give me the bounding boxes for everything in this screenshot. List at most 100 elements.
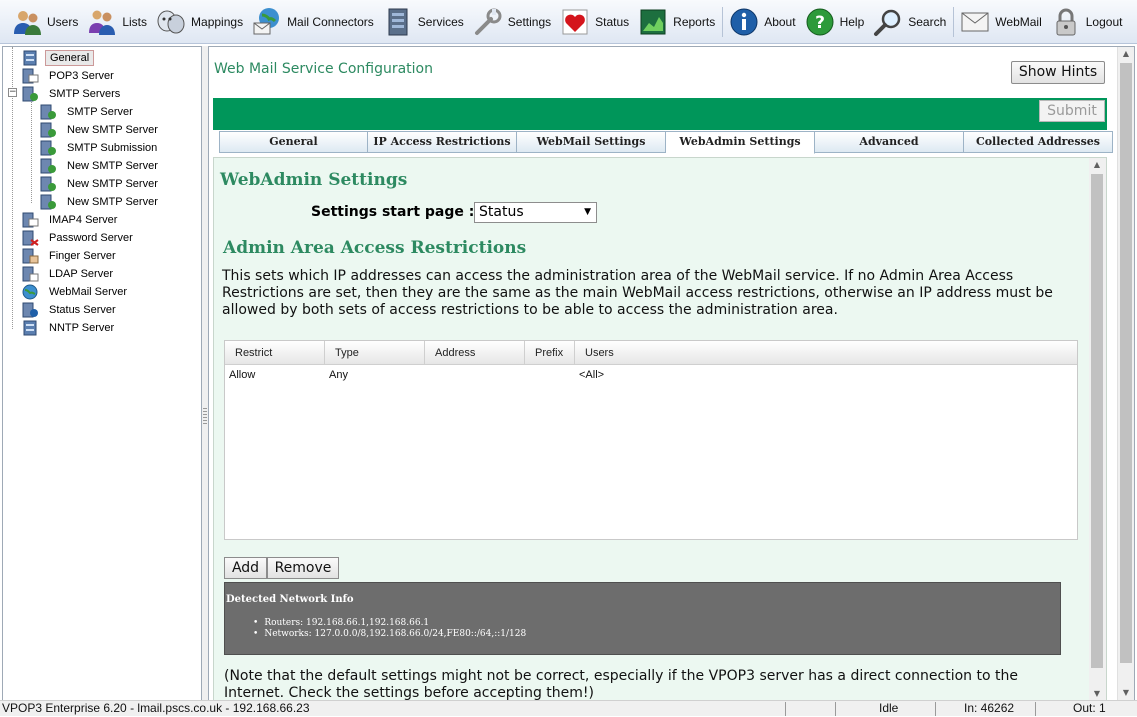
settings-tabs: General IP Access Restrictions WebMail S… [219, 131, 1113, 154]
tree-item-smtp-submission[interactable]: SMTP Submission [39, 139, 161, 157]
tree-item-label: New SMTP Server [67, 160, 158, 172]
status-in-count: In: 46262 [964, 701, 1015, 715]
grid-column-header[interactable]: Restrict [225, 341, 325, 365]
toolbar-services-button[interactable]: Services [379, 2, 469, 42]
scroll-up-icon[interactable]: ▲ [1118, 47, 1134, 61]
content-scrollbar[interactable]: ▲ ▼ [1089, 158, 1106, 700]
routers-line: Routers: 192.168.66.1,192.168.66.1 [253, 618, 526, 629]
tree-item-label: New SMTP Server [67, 178, 158, 190]
scroll-down-icon[interactable]: ▼ [1118, 686, 1134, 700]
grid-column-header[interactable]: Prefix [525, 341, 575, 365]
dropdown-arrow-icon: ▼ [584, 207, 591, 217]
toolbar-mail-connectors-label: Mail Connectors [287, 14, 374, 29]
remove-button[interactable]: Remove [267, 557, 339, 579]
server-group-icon [21, 86, 39, 102]
settings-start-page-select[interactable]: Status ▼ [474, 202, 597, 223]
tree-item-smtp-servers[interactable]: SMTP Servers [21, 85, 124, 103]
server-icon [39, 194, 57, 210]
toolbar-search-label: Search [908, 14, 947, 29]
webmail-icon [959, 6, 991, 38]
toolbar-mappings-button[interactable]: Mappings [152, 2, 248, 42]
tree-item-imap4-server[interactable]: IMAP4 Server [21, 211, 121, 229]
tree-item-new-smtp-server[interactable]: New SMTP Server [39, 175, 162, 193]
toolbar-users-button[interactable]: Users [8, 2, 83, 42]
page-title: Web Mail Service Configuration [214, 61, 433, 77]
splitter-grip[interactable] [203, 408, 207, 426]
table-row[interactable]: Allow Any <All> [225, 365, 1077, 385]
tab-collected-addresses[interactable]: Collected Addresses [964, 131, 1113, 153]
tree-item-label: General [45, 50, 95, 66]
toolbar-help-button[interactable]: ? Help [801, 2, 870, 42]
grid-column-header[interactable]: Users [575, 341, 1077, 365]
status-divider [1035, 702, 1036, 716]
logout-icon [1050, 6, 1082, 38]
toolbar-about-button[interactable]: About [725, 2, 800, 42]
status-divider [935, 702, 936, 716]
show-hints-button[interactable]: Show Hints [1011, 61, 1105, 84]
grid-column-header[interactable]: Type [325, 341, 425, 365]
tab-ip-access-restrictions[interactable]: IP Access Restrictions [368, 131, 517, 153]
server-icon [21, 320, 39, 336]
tree-item-webmail-server[interactable]: WebMail Server [21, 283, 131, 301]
toolbar-logout-button[interactable]: Logout [1047, 2, 1128, 42]
page-scrollbar[interactable]: ▲ ▼ [1117, 47, 1134, 700]
tree-item-label: IMAP4 Server [49, 214, 118, 226]
grid-cell: Allow [229, 369, 256, 381]
networks-line: Networks: 127.0.0.0/8,192.168.66.0/24,FE… [253, 629, 526, 640]
toolbar-about-label: About [764, 14, 796, 29]
main-toolbar: Users Lists Mappings Mail Connectors Ser… [0, 0, 1137, 44]
tree-item-password-server[interactable]: Password Server [21, 229, 137, 247]
tab-webadmin-settings[interactable]: WebAdmin Settings [666, 131, 815, 154]
add-button[interactable]: Add [224, 557, 267, 579]
globe-icon [21, 284, 39, 300]
server-icon [21, 212, 39, 228]
submit-button[interactable]: Submit [1039, 100, 1105, 122]
tree-item-new-smtp-server[interactable]: New SMTP Server [39, 157, 162, 175]
toolbar-lists-button[interactable]: Lists [83, 2, 152, 42]
tree-item-new-smtp-server[interactable]: New SMTP Server [39, 193, 162, 211]
toolbar-status-button[interactable]: Status [556, 2, 634, 42]
scrollbar-thumb[interactable] [1091, 174, 1103, 668]
status-bar: VPOP3 Enterprise 6.20 - lmail.pscs.co.uk… [0, 700, 1137, 716]
tree-item-label: Finger Server [49, 250, 116, 262]
tab-general[interactable]: General [219, 131, 368, 153]
tree-item-label: LDAP Server [49, 268, 113, 280]
grid-cell: Any [329, 369, 348, 381]
toolbar-settings-button[interactable]: Settings [469, 2, 556, 42]
scroll-up-icon[interactable]: ▲ [1089, 158, 1105, 172]
grid-column-header[interactable]: Address [425, 341, 525, 365]
tab-advanced[interactable]: Advanced [815, 131, 964, 153]
tree-item-general[interactable]: General [21, 49, 95, 67]
tree-item-new-smtp-server[interactable]: New SMTP Server [39, 121, 162, 139]
toolbar-reports-button[interactable]: Reports [634, 2, 720, 42]
tab-content: WebAdmin Settings Settings start page : … [213, 157, 1107, 700]
network-info-title: Detected Network Info [226, 594, 354, 605]
mappings-icon [155, 6, 187, 38]
tree-item-finger-server[interactable]: Finger Server [21, 247, 120, 265]
tree-item-ldap-server[interactable]: LDAP Server [21, 265, 117, 283]
tree-item-label: New SMTP Server [67, 124, 158, 136]
tree-item-status-server[interactable]: Status Server [21, 301, 120, 319]
tree-item-nntp-server[interactable]: NNTP Server [21, 319, 118, 337]
scroll-down-icon[interactable]: ▼ [1089, 687, 1105, 700]
grid-header: Restrict Type Address Prefix Users [225, 341, 1077, 365]
tree-item-label: SMTP Servers [49, 88, 121, 100]
toolbar-webmail-label: WebMail [995, 14, 1042, 29]
toolbar-help-label: Help [839, 14, 865, 29]
tree-item-pop3-server[interactable]: POP3 Server [21, 67, 118, 85]
scrollbar-thumb[interactable] [1120, 63, 1132, 663]
status-divider [835, 702, 836, 716]
toolbar-webmail-button[interactable]: WebMail [956, 2, 1046, 42]
toolbar-mail-connectors-button[interactable]: Mail Connectors [248, 2, 379, 42]
server-icon [39, 140, 57, 156]
tab-webmail-settings[interactable]: WebMail Settings [517, 131, 666, 153]
server-icon [21, 230, 39, 246]
toolbar-search-button[interactable]: Search [869, 2, 951, 42]
toolbar-lists-label: Lists [122, 14, 148, 29]
tree-item-smtp-server[interactable]: SMTP Server [39, 103, 137, 121]
server-icon [21, 266, 39, 282]
settings-start-page-value: Status [479, 204, 524, 220]
tree-item-label: SMTP Server [67, 106, 133, 118]
action-bar [213, 98, 1107, 130]
tree-collapse-toggle[interactable]: − [8, 88, 17, 97]
